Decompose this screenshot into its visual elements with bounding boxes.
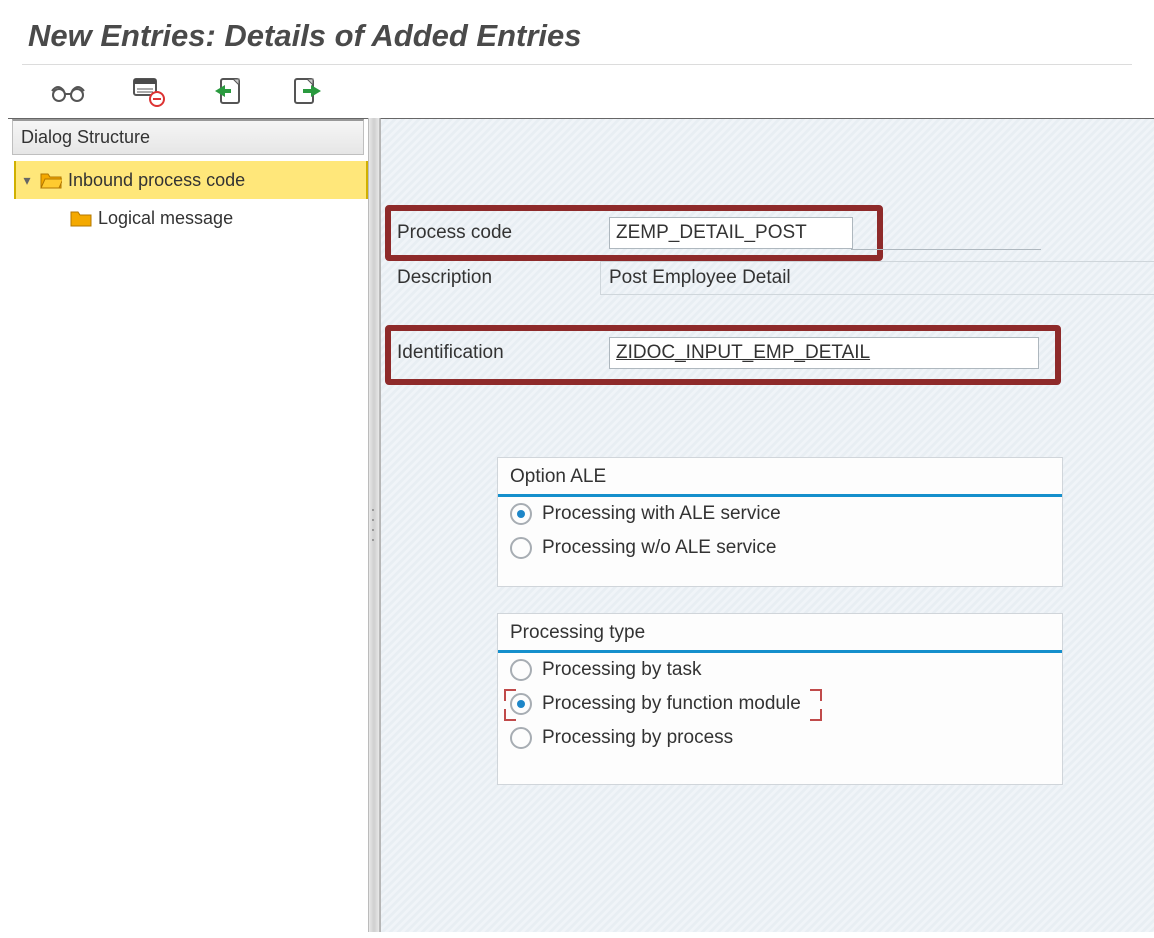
radio-icon xyxy=(510,659,532,681)
previous-entry-icon[interactable] xyxy=(208,75,248,109)
radio-label: Processing by process xyxy=(542,727,733,749)
chevron-down-icon[interactable]: ▾ xyxy=(20,172,34,189)
tree-item-logical-message[interactable]: Logical message xyxy=(14,199,368,237)
identification-label: Identification xyxy=(397,342,609,364)
description-label: Description xyxy=(397,267,600,289)
radio-label: Processing w/o ALE service xyxy=(542,537,776,559)
folder-open-icon xyxy=(40,171,62,189)
radio-label: Processing by task xyxy=(542,659,701,681)
radio-label: Processing with ALE service xyxy=(542,503,781,525)
toolbar xyxy=(0,65,1154,123)
option-ale-title: Option ALE xyxy=(498,458,1062,497)
next-entry-icon[interactable] xyxy=(288,75,328,109)
radio-label: Processing by function module xyxy=(542,693,801,715)
radio-icon xyxy=(510,537,532,559)
folder-icon xyxy=(70,209,92,227)
dialog-structure-panel: Dialog Structure ▾ Inbound process code … xyxy=(8,118,368,932)
process-code-input[interactable] xyxy=(609,217,853,249)
dialog-tree: ▾ Inbound process code Logical message xyxy=(8,155,368,237)
identification-input[interactable] xyxy=(609,337,1039,369)
processing-type-title: Processing type xyxy=(498,614,1062,653)
radio-ale-with[interactable]: Processing with ALE service xyxy=(498,497,1062,531)
option-ale-group: Option ALE Processing with ALE service P… xyxy=(497,457,1063,587)
page-title: New Entries: Details of Added Entries xyxy=(0,0,1154,64)
radio-ale-without[interactable]: Processing w/o ALE service xyxy=(498,531,1062,565)
processing-type-group: Processing type Processing by task Proce… xyxy=(497,613,1063,785)
delete-entry-icon[interactable] xyxy=(128,75,168,109)
radio-proc-process[interactable]: Processing by process xyxy=(498,721,1062,755)
radio-icon xyxy=(510,693,532,715)
tree-item-label: Logical message xyxy=(98,208,233,229)
radio-icon xyxy=(510,503,532,525)
process-code-label: Process code xyxy=(397,222,609,244)
radio-proc-task[interactable]: Processing by task xyxy=(498,653,1062,687)
tree-item-inbound-process-code[interactable]: ▾ Inbound process code xyxy=(14,161,368,199)
radio-proc-fm[interactable]: Processing by function module xyxy=(498,687,1062,721)
input-underline xyxy=(851,215,1041,250)
radio-icon xyxy=(510,727,532,749)
dialog-structure-header: Dialog Structure xyxy=(12,119,364,155)
splitter-handle[interactable] xyxy=(368,118,380,932)
details-area: Process code Description Post Employee D… xyxy=(380,118,1154,932)
tree-item-label: Inbound process code xyxy=(68,170,245,191)
glasses-icon[interactable] xyxy=(48,75,88,109)
description-value: Post Employee Detail xyxy=(600,261,1154,295)
